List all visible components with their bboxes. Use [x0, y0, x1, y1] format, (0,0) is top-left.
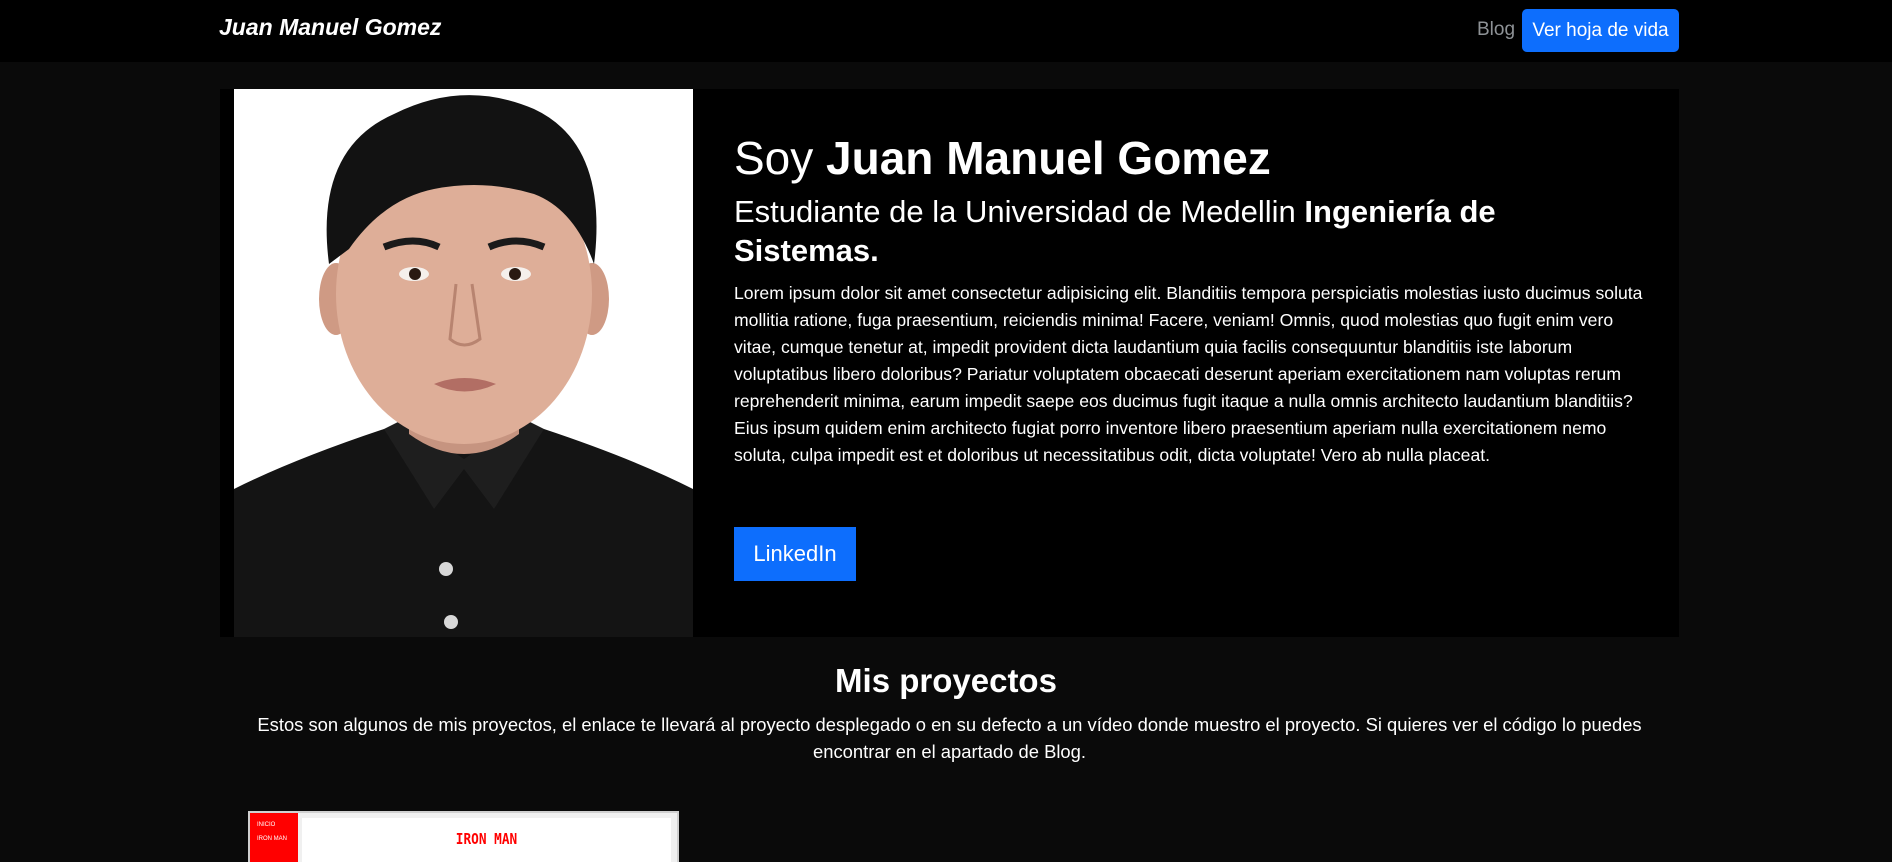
- project-card-side-item: IRON MAN: [257, 836, 287, 842]
- projects-description: Estos son algunos de mis proyectos, el e…: [257, 714, 1642, 762]
- projects-title: Mis proyectos: [835, 662, 1057, 699]
- hero-description: Lorem ipsum dolor sit amet consectetur a…: [734, 283, 1643, 466]
- hero-section: Soy Juan Manuel Gomez Estudiante de la U…: [220, 89, 1679, 637]
- project-card-title: IRON MAN: [455, 830, 518, 848]
- project-card-sidebar: INICIO IRON MAN: [250, 813, 298, 862]
- profile-photo-image: [234, 89, 693, 637]
- hero-text: Soy Juan Manuel Gomez Estudiante de la U…: [734, 131, 1646, 469]
- hero-title-prefix: Soy: [734, 132, 827, 184]
- profile-photo: [234, 89, 693, 637]
- project-card-iron-man[interactable]: INICIO IRON MAN IRON MAN: [248, 811, 679, 862]
- view-cv-button[interactable]: Ver hoja de vida: [1522, 9, 1679, 52]
- hero-title: Soy Juan Manuel Gomez: [734, 131, 1646, 186]
- project-card-preview: IRON MAN: [302, 818, 671, 862]
- hero-subtitle: Estudiante de la Universidad de Medellin…: [734, 192, 1646, 270]
- navbar: Juan Manuel Gomez Blog Ver hoja de vida: [0, 0, 1892, 62]
- hero-title-name: Juan Manuel Gomez: [826, 132, 1271, 184]
- hero-subtitle-prefix: Estudiante de la Universidad de Medellin: [734, 194, 1305, 230]
- nav-link-blog[interactable]: Blog: [1477, 19, 1515, 41]
- linkedin-button[interactable]: LinkedIn: [734, 527, 856, 581]
- project-card-side-item: INICIO: [257, 822, 276, 828]
- brand-link[interactable]: Juan Manuel Gomez: [219, 14, 441, 41]
